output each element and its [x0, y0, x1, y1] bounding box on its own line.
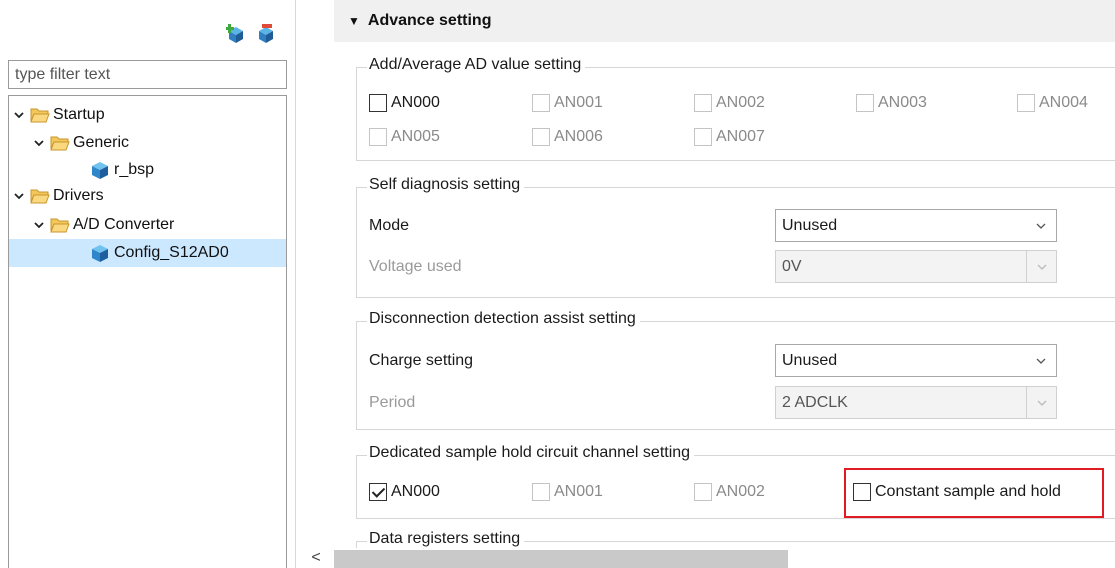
- period-select: 2 ADCLK: [775, 386, 1057, 419]
- component-tree: Startup Generic r_bsp Drivers A/D Conver…: [8, 95, 287, 568]
- tree-item-label: Startup: [53, 106, 105, 123]
- charge-setting-label: Charge setting: [369, 352, 474, 369]
- chevron-down-icon: [1026, 387, 1056, 418]
- checkbox-an007: AN007: [694, 128, 765, 146]
- group-title: Disconnection detection assist setting: [367, 310, 640, 328]
- group-title: Self diagnosis setting: [367, 176, 525, 194]
- scroll-left-icon[interactable]: <: [304, 548, 328, 568]
- checkbox-box: [532, 94, 550, 112]
- group-title: Data registers setting: [367, 530, 525, 548]
- chevron-down-icon[interactable]: [31, 135, 47, 151]
- advance-setting-header[interactable]: ▼ Advance setting: [334, 0, 1115, 42]
- tree-item-config-s12ad0[interactable]: Config_S12AD0: [9, 239, 286, 267]
- voltage-used-label: Voltage used: [369, 258, 462, 275]
- checkbox-box: [694, 483, 712, 501]
- add-average-group: Add/Average AD value setting AN000 AN001…: [356, 56, 1115, 161]
- checkbox-sh-an002: AN002: [694, 483, 765, 501]
- chevron-down-icon[interactable]: [1026, 345, 1056, 376]
- checkbox-box: [856, 94, 874, 112]
- checkbox-an000[interactable]: AN000: [369, 94, 440, 112]
- tree-item-label: Drivers: [53, 187, 104, 204]
- tree-item-label: r_bsp: [114, 161, 155, 178]
- filter-input[interactable]: [8, 60, 287, 89]
- chevron-down-icon[interactable]: [11, 107, 27, 123]
- checkbox-an004: AN004: [1017, 94, 1088, 112]
- chevron-down-icon[interactable]: [31, 217, 47, 233]
- checkbox-box: [694, 94, 712, 112]
- add-component-icon[interactable]: [226, 24, 246, 44]
- highlight-box: [844, 468, 1104, 518]
- checkbox-box: [532, 128, 550, 146]
- group-title: Add/Average AD value setting: [367, 56, 586, 74]
- group-title: Dedicated sample hold circuit channel se…: [367, 444, 695, 462]
- checkbox-sh-an000[interactable]: AN000: [369, 483, 440, 501]
- voltage-used-select: 0V: [775, 250, 1057, 283]
- collapse-triangle-icon[interactable]: ▼: [348, 14, 360, 28]
- tree-item-label: Generic: [73, 134, 130, 151]
- tree-item-r-bsp[interactable]: r_bsp: [89, 156, 154, 184]
- tree-item-startup[interactable]: Startup: [11, 101, 105, 129]
- settings-pane: ▼ Advance setting Add/Average AD value s…: [304, 0, 1115, 568]
- section-title: Advance setting: [367, 12, 492, 29]
- component-cube-icon: [89, 243, 111, 263]
- pane-divider[interactable]: [295, 0, 296, 568]
- checkbox-box[interactable]: [369, 94, 387, 112]
- checkbox-box[interactable]: [369, 483, 387, 501]
- checkbox-an006: AN006: [532, 128, 603, 146]
- mode-select[interactable]: Unused: [775, 209, 1057, 242]
- folder-open-icon: [30, 188, 50, 204]
- checkbox-sh-an001: AN001: [532, 483, 603, 501]
- tree-item-ad-converter[interactable]: A/D Converter: [31, 211, 174, 239]
- remove-component-icon[interactable]: [256, 24, 276, 44]
- checkbox-box: [694, 128, 712, 146]
- chevron-down-icon: [1026, 251, 1056, 282]
- tree-item-label: Config_S12AD0: [114, 244, 229, 261]
- tree-item-label: A/D Converter: [73, 216, 175, 233]
- tree-item-drivers[interactable]: Drivers: [11, 182, 104, 210]
- tree-item-generic[interactable]: Generic: [31, 129, 129, 157]
- mode-label: Mode: [369, 217, 410, 234]
- checkbox-an005: AN005: [369, 128, 440, 146]
- horizontal-scrollbar[interactable]: <: [304, 548, 1115, 568]
- disconnection-detection-group: Disconnection detection assist setting C…: [356, 310, 1115, 430]
- charge-setting-select[interactable]: Unused: [775, 344, 1057, 377]
- folder-open-icon: [50, 217, 70, 233]
- checkbox-an001: AN001: [532, 94, 603, 112]
- chevron-down-icon[interactable]: [11, 188, 27, 204]
- checkbox-box: [532, 483, 550, 501]
- checkbox-box: [369, 128, 387, 146]
- period-label: Period: [369, 394, 416, 411]
- self-diagnosis-group: Self diagnosis setting Mode Unused Volta…: [356, 176, 1115, 298]
- folder-open-icon: [30, 107, 50, 123]
- checkbox-an002: AN002: [694, 94, 765, 112]
- component-cube-icon: [89, 160, 111, 180]
- scroll-thumb[interactable]: [334, 550, 788, 568]
- component-tree-pane: Startup Generic r_bsp: [0, 0, 295, 568]
- folder-open-icon: [50, 135, 70, 151]
- checkbox-box: [1017, 94, 1035, 112]
- checkbox-an003: AN003: [856, 94, 927, 112]
- chevron-down-icon[interactable]: [1026, 210, 1056, 241]
